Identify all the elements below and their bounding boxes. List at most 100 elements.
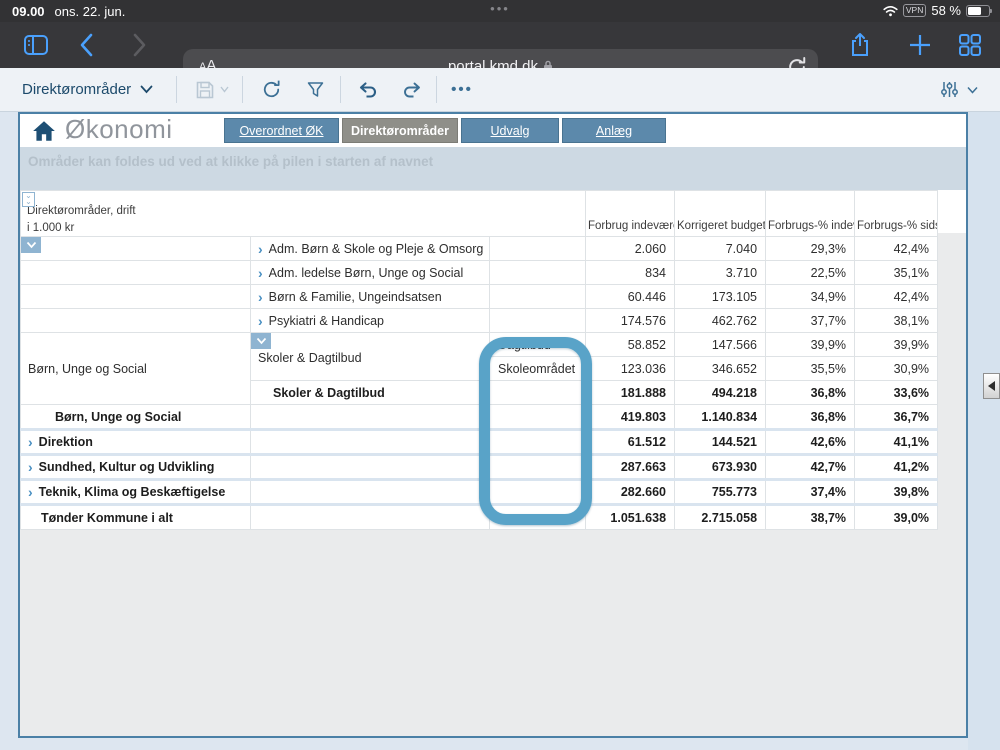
value-cell: 39,0% [855, 505, 938, 530]
value-cell: 35,5% [766, 357, 855, 381]
home-icon[interactable] [31, 118, 57, 144]
app-toolbar: Direktørområder ••• [0, 68, 1000, 112]
sidebar-toggle-icon[interactable] [22, 31, 50, 59]
undo-button[interactable] [348, 68, 388, 111]
table-row: ›Sundhed, Kultur og Udvikling 287.663 67… [21, 455, 938, 480]
value-cell: 42,4% [855, 285, 938, 309]
subgroup-label: Skoler & Dagtilbud [251, 349, 489, 365]
value-cell: 38,7% [766, 505, 855, 530]
sub-label-cell [490, 309, 586, 333]
value-cell: 42,4% [855, 237, 938, 261]
value-cell: 2.060 [586, 237, 675, 261]
collapse-icon[interactable] [21, 237, 41, 253]
back-icon[interactable] [72, 31, 100, 59]
share-icon[interactable] [846, 31, 874, 59]
row-label-cell [251, 480, 490, 505]
page-margin [968, 112, 1000, 750]
value-cell: 22,5% [766, 261, 855, 285]
view-selector-dropdown[interactable]: Direktørområder [22, 68, 153, 111]
page-content: Økonomi Overordnet ØK Direktørområder Ud… [0, 112, 1000, 750]
value-cell: 174.576 [586, 309, 675, 333]
redo-button[interactable] [392, 68, 432, 111]
row-label-cell [251, 430, 490, 455]
row-label: Adm. ledelse Børn, Unge og Social [269, 266, 464, 280]
table-row: ›Adm. Børn & Skole og Pleje & Omsorg 2.0… [21, 237, 938, 261]
expand-all-icon[interactable]: ⌄⌄ [22, 192, 35, 207]
expand-chevron-icon[interactable]: › [28, 459, 33, 475]
row-label-cell: › Adm. ledelse Børn, Unge og Social [251, 261, 490, 285]
value-cell: 39,9% [766, 333, 855, 357]
value-cell: 35,1% [855, 261, 938, 285]
value-cell: 123.036 [586, 357, 675, 381]
table-row: Børn, Unge og Social 419.803 1.140.834 3… [21, 405, 938, 430]
value-cell: 1.140.834 [675, 405, 766, 430]
value-cell: 36,8% [766, 405, 855, 430]
row-label: Børn & Familie, Ungeindsatsen [269, 290, 442, 304]
expand-chevron-icon[interactable]: › [258, 265, 263, 281]
table-row: ›Direktion 61.512 144.521 42,6% 41,1% [21, 430, 938, 455]
expand-chevron-icon[interactable]: › [258, 289, 263, 305]
vpn-badge: VPN [903, 4, 926, 17]
new-tab-icon[interactable] [906, 31, 934, 59]
expand-chevron-icon[interactable]: › [28, 434, 33, 450]
value-cell: 60.446 [586, 285, 675, 309]
economy-table: ⌄⌄ Direktørområder, drifti 1.000 kr Forb… [20, 190, 938, 530]
battery-icon [966, 5, 990, 17]
row-label-cell: ›Sundhed, Kultur og Udvikling [21, 455, 251, 480]
expand-chevron-icon[interactable]: › [258, 313, 263, 329]
total-label-cell: Tønder Kommune i alt [21, 505, 251, 530]
hint-band: Områder kan foldes ud ved at klikke på p… [20, 147, 966, 190]
hint-text: Områder kan foldes ud ved at klikke på p… [28, 154, 433, 169]
row-label: Direktion [39, 435, 93, 449]
sub-label-cell [490, 237, 586, 261]
tab-udvalg[interactable]: Udvalg [461, 118, 559, 143]
value-cell: 37,4% [766, 480, 855, 505]
tab-overordnet-ok[interactable]: Overordnet ØK [224, 118, 339, 143]
save-button[interactable] [190, 68, 234, 111]
row-label-cell [251, 455, 490, 480]
scroll-left-button[interactable] [983, 373, 1000, 399]
status-bar: 09.00ons. 22. jun. ••• VPN 58 % [0, 0, 1000, 22]
value-cell: 41,2% [855, 455, 938, 480]
subtotal-label-cell: Skoler & Dagtilbud [251, 381, 490, 405]
wifi-icon [883, 5, 898, 17]
subgroup-cell: Skoler & Dagtilbud [251, 333, 490, 381]
filter-button[interactable] [296, 68, 334, 111]
value-cell: 42,7% [766, 455, 855, 480]
browser-navbar: AA portal.kmd.dk [0, 22, 1000, 68]
left-arrow-icon [988, 381, 995, 391]
tabs-overview-icon[interactable] [956, 31, 984, 59]
subtotal-label-cell: Børn, Unge og Social [21, 405, 251, 430]
value-cell: 36,7% [855, 405, 938, 430]
chevron-down-icon [140, 85, 153, 94]
refresh-button[interactable] [252, 68, 290, 111]
column-header-korrigeret-budget: Korrigeret budget indeværende år [675, 191, 766, 237]
expand-chevron-icon[interactable]: › [258, 241, 263, 257]
status-right: VPN 58 % [883, 3, 990, 18]
collapse-icon[interactable] [251, 333, 271, 349]
group-cell [21, 237, 251, 261]
sub-label-cell [490, 285, 586, 309]
table-header-spacer [937, 190, 966, 233]
multitask-handle[interactable]: ••• [0, 1, 1000, 16]
column-settings-button[interactable] [940, 68, 978, 111]
row-label-cell: ›Teknik, Klima og Beskæftigelse [21, 480, 251, 505]
tab-direktoromrader[interactable]: Direktørområder [342, 118, 458, 143]
tab-bar: Overordnet ØK Direktørområder Udvalg Anl… [224, 118, 666, 143]
row-label-cell: › Børn & Familie, Ungeindsatsen [251, 285, 490, 309]
value-cell: 37,7% [766, 309, 855, 333]
value-cell: 33,6% [855, 381, 938, 405]
tab-anlaeg[interactable]: Anlæg [562, 118, 666, 143]
more-button[interactable]: ••• [444, 68, 480, 111]
value-cell: 7.040 [675, 237, 766, 261]
table-row: Børn, Unge og Social Skoler & Dagtilbud … [21, 333, 938, 357]
forward-icon[interactable] [126, 31, 154, 59]
value-cell: 282.660 [586, 480, 675, 505]
value-cell: 1.051.638 [586, 505, 675, 530]
value-cell: 29,3% [766, 237, 855, 261]
value-cell: 287.663 [586, 455, 675, 480]
expand-chevron-icon[interactable]: › [28, 484, 33, 500]
value-cell: 673.930 [675, 455, 766, 480]
column-header-forbrugspct-indevaerende: Forbrugs-% indeværende år [766, 191, 855, 237]
column-header-forbrug: Forbrug indeværende år [586, 191, 675, 237]
